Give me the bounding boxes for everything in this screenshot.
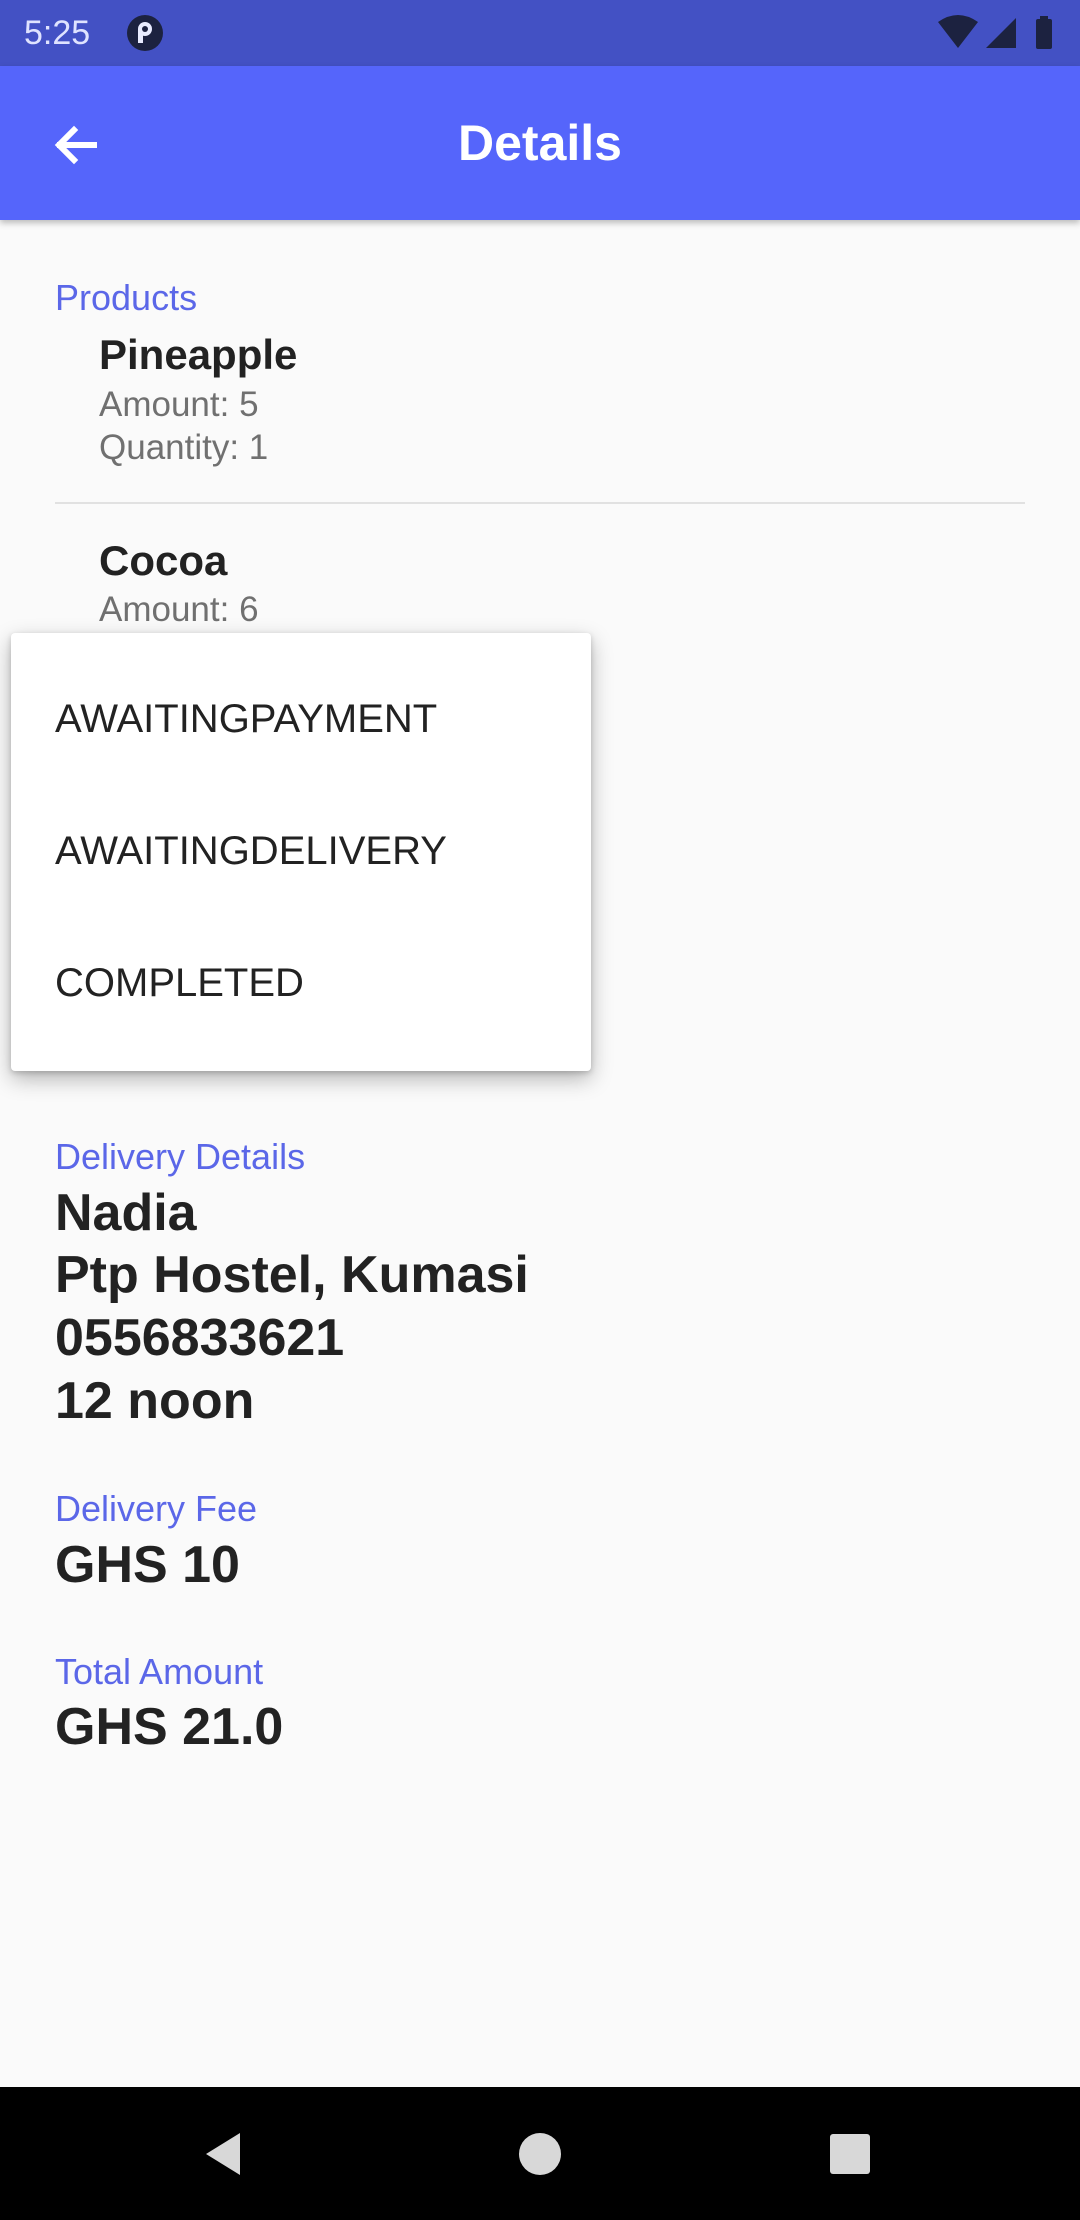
product-quantity: Quantity: 1 [99,428,269,467]
product-amount: Amount: 6 [99,590,259,629]
recents-square-icon [830,2133,870,2174]
home-circle-icon [519,2132,561,2175]
system-nav-bar [0,2087,1080,2220]
delivery-name: Nadia [55,1184,197,1242]
delivery-fee-value: GHS 10 [55,1536,240,1594]
product-name: Cocoa [99,537,228,584]
menu-item-completed[interactable]: COMPLETED [11,917,591,1049]
wifi-icon [938,15,978,48]
product-name: Pineapple [99,331,298,378]
product-amount: Amount: 5 [99,385,259,424]
battery-icon [1036,16,1052,49]
nav-home-button[interactable] [480,2087,600,2220]
status-time: 5:25 [24,14,91,52]
back-triangle-icon [206,2132,240,2175]
status-popup-menu: AWAITINGPAYMENT AWAITINGDELIVERY COMPLET… [11,633,591,1071]
app-bar: Details [0,66,1080,220]
menu-item-awaiting-delivery[interactable]: AWAITINGDELIVERY [11,785,591,917]
delivery-time: 12 noon [55,1372,255,1430]
menu-item-awaiting-payment[interactable]: AWAITINGPAYMENT [11,653,591,785]
total-amount-label: Total Amount [55,1651,264,1692]
status-bar: 5:25 [0,0,1080,66]
delivery-phone: 0556833621 [55,1309,345,1367]
divider [55,502,1025,504]
notification-app-icon [127,15,163,51]
products-label: Products [55,277,198,318]
delivery-fee-label: Delivery Fee [55,1488,258,1529]
arrow-left-icon [54,125,97,165]
status-right-icons [938,15,1052,49]
page-title: Details [458,115,622,171]
nav-recents-button[interactable] [790,2087,910,2220]
total-amount-value: GHS 21.0 [55,1698,284,1756]
delivery-details-label: Delivery Details [55,1136,306,1177]
delivery-address: Ptp Hostel, Kumasi [55,1246,529,1304]
nav-back-button[interactable] [165,2087,285,2220]
back-button[interactable] [40,110,110,180]
cellular-signal-icon [986,18,1016,48]
